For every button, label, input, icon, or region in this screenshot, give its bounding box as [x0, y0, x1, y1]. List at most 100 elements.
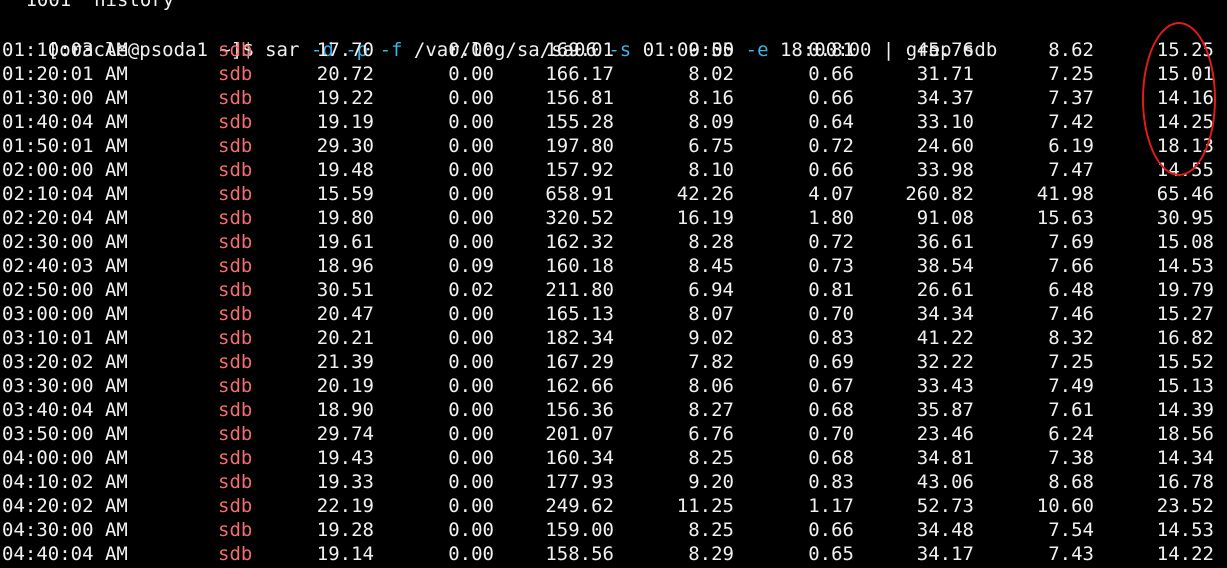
value-cell: 7.61	[1048, 399, 1094, 421]
timestamp-cell: 01:40:04 AM	[2, 111, 128, 133]
value-cell: 34.34	[916, 303, 974, 325]
output-row: 02:40:03 AM sdb 18.96 0.09 160.18 8.45 0.73 38.…	[0, 254, 1227, 278]
value-cell: 14.22	[1156, 543, 1214, 565]
value-cell: 0.83	[808, 471, 854, 493]
value-cell: 0.00	[448, 519, 494, 541]
value-cell: 0.66	[808, 159, 854, 181]
value-cell: 15.52	[1156, 351, 1214, 373]
value-cell: 169.01	[545, 39, 614, 61]
value-cell: 36.61	[916, 231, 974, 253]
output-row: 02:20:04 AM sdb 19.80 0.00 320.52 16.19 1.80 91…	[0, 206, 1227, 230]
value-cell: 0.66	[808, 519, 854, 541]
value-cell: 165.13	[545, 303, 614, 325]
output-row: 02:50:00 AM sdb 30.51 0.02 211.80 6.94 0.81 26.…	[0, 278, 1227, 302]
timestamp-cell: 03:00:00 AM	[2, 303, 128, 325]
value-cell: 0.68	[808, 399, 854, 421]
output-row: 01:30:00 AM sdb 19.22 0.00 156.81 8.16 0.66 34.…	[0, 86, 1227, 110]
value-cell: 15.13	[1156, 375, 1214, 397]
value-cell: 7.47	[1048, 159, 1094, 181]
value-cell: 16.82	[1156, 327, 1214, 349]
value-cell: 157.92	[545, 159, 614, 181]
value-cell: 0.00	[448, 231, 494, 253]
value-cell: 156.81	[545, 87, 614, 109]
value-cell: 29.30	[316, 135, 374, 157]
value-cell: 15.08	[1156, 231, 1214, 253]
value-cell: 7.38	[1048, 447, 1094, 469]
value-cell: 0.00	[448, 63, 494, 85]
output-row: 04:40:04 AM sdb 19.14 0.00 158.56 8.29 0.65 34.…	[0, 542, 1227, 566]
value-cell: 20.47	[316, 303, 374, 325]
timestamp-cell: 02:50:00 AM	[2, 279, 128, 301]
value-cell: 6.76	[688, 423, 734, 445]
value-cell: 7.82	[688, 351, 734, 373]
value-cell: 38.54	[916, 255, 974, 277]
timestamp-cell: 03:50:00 AM	[2, 423, 128, 445]
value-cell: 0.00	[448, 495, 494, 517]
value-cell: 8.29	[688, 543, 734, 565]
output-row: 01:40:04 AM sdb 19.19 0.00 155.28 8.09 0.64 33.…	[0, 110, 1227, 134]
value-cell: 8.06	[688, 375, 734, 397]
value-cell: 156.36	[545, 399, 614, 421]
value-cell: 18.90	[316, 399, 374, 421]
value-cell: 9.02	[688, 327, 734, 349]
value-cell: 159.00	[545, 519, 614, 541]
timestamp-cell: 03:30:00 AM	[2, 375, 128, 397]
value-cell: 14.53	[1156, 519, 1214, 541]
value-cell: 33.43	[916, 375, 974, 397]
device-cell: sdb	[218, 111, 253, 133]
device-cell: sdb	[218, 63, 253, 85]
value-cell: 0.00	[448, 327, 494, 349]
value-cell: 8.68	[1048, 471, 1094, 493]
device-cell: sdb	[218, 495, 253, 517]
value-cell: 160.18	[545, 255, 614, 277]
value-cell: 23.46	[916, 423, 974, 445]
value-cell: 6.19	[1048, 135, 1094, 157]
value-cell: 65.46	[1156, 183, 1214, 205]
value-cell: 8.27	[688, 399, 734, 421]
device-cell: sdb	[218, 351, 253, 373]
value-cell: 20.72	[316, 63, 374, 85]
value-cell: 201.07	[545, 423, 614, 445]
red-circle-annotation	[1142, 22, 1216, 176]
terminal-window[interactable]: 1001 history [oracle@psoda1 ~]$ sar -d -…	[0, 0, 1227, 568]
output-row: 01:20:01 AM sdb 20.72 0.00 166.17 8.02 0.66 31.…	[0, 62, 1227, 86]
value-cell: 7.69	[1048, 231, 1094, 253]
value-cell: 30.51	[316, 279, 374, 301]
value-cell: 6.48	[1048, 279, 1094, 301]
value-cell: 4.07	[808, 183, 854, 205]
value-cell: 182.34	[545, 327, 614, 349]
device-cell: sdb	[218, 87, 253, 109]
value-cell: 0.00	[448, 471, 494, 493]
history-output-line: 1001 history	[14, 0, 175, 11]
timestamp-cell: 03:10:01 AM	[2, 327, 128, 349]
timestamp-cell: 01:10:03 AM	[2, 39, 128, 61]
device-cell: sdb	[218, 39, 253, 61]
value-cell: 6.24	[1048, 423, 1094, 445]
output-row: 03:00:00 AM sdb 20.47 0.00 165.13 8.07 0.70 34.…	[0, 302, 1227, 326]
value-cell: 20.21	[316, 327, 374, 349]
value-cell: 8.28	[688, 231, 734, 253]
value-cell: 7.54	[1048, 519, 1094, 541]
value-cell: 15.63	[1036, 207, 1094, 229]
timestamp-cell: 02:30:00 AM	[2, 231, 128, 253]
value-cell: 19.33	[316, 471, 374, 493]
output-row: 02:00:00 AM sdb 19.48 0.00 157.92 8.10 0.66 33.…	[0, 158, 1227, 182]
timestamp-cell: 02:00:00 AM	[2, 159, 128, 181]
value-cell: 43.06	[916, 471, 974, 493]
value-cell: 0.00	[448, 39, 494, 61]
value-cell: 7.25	[1048, 63, 1094, 85]
value-cell: 0.83	[808, 327, 854, 349]
value-cell: 0.00	[448, 135, 494, 157]
device-cell: sdb	[218, 231, 253, 253]
device-cell: sdb	[218, 471, 253, 493]
timestamp-cell: 02:20:04 AM	[2, 207, 128, 229]
value-cell: 15.59	[316, 183, 374, 205]
device-cell: sdb	[218, 399, 253, 421]
value-cell: 91.08	[916, 207, 974, 229]
value-cell: 0.73	[808, 255, 854, 277]
value-cell: 19.61	[316, 231, 374, 253]
value-cell: 17.70	[316, 39, 374, 61]
value-cell: 45.76	[916, 39, 974, 61]
value-cell: 19.43	[316, 447, 374, 469]
device-cell: sdb	[218, 255, 253, 277]
